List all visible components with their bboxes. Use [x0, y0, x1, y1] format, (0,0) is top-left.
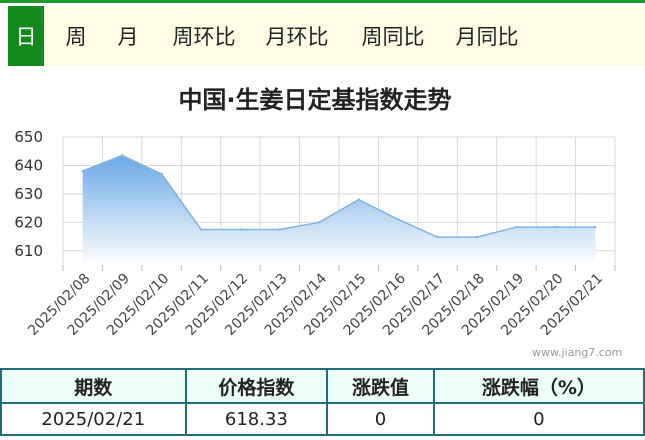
- data-point: [239, 228, 242, 231]
- tab-week-year-on-year[interactable]: 周同比: [334, 6, 452, 66]
- tab-week-on-week[interactable]: 周环比: [148, 6, 260, 66]
- cell-change-percent: 0: [432, 402, 645, 436]
- watermark: www.jiang7.com: [532, 346, 623, 359]
- y-tick-label: 610: [14, 242, 43, 260]
- data-point: [396, 218, 400, 221]
- y-tick-label: 640: [14, 156, 43, 174]
- tab-day[interactable]: 日: [8, 6, 44, 66]
- y-tick-label: 620: [14, 213, 43, 231]
- data-point: [515, 225, 518, 229]
- y-tick-label: 650: [14, 128, 43, 146]
- tab-month[interactable]: 月: [108, 6, 148, 66]
- header-change-percent: 涨跌幅（%）: [432, 368, 645, 404]
- data-point: [120, 154, 124, 157]
- header-price-index: 价格指数: [184, 368, 329, 404]
- data-point: [81, 169, 84, 173]
- header-period: 期数: [0, 368, 187, 404]
- y-tick-label: 630: [14, 185, 43, 203]
- data-point: [278, 228, 282, 231]
- data-point: [357, 198, 360, 201]
- cell-price-index: 618.33: [184, 402, 329, 436]
- index-area-chart: 6106206306406502025/02/082025/02/092025/…: [14, 128, 616, 339]
- cell-change-value: 0: [326, 402, 435, 436]
- header-change-value: 涨跌值: [326, 368, 435, 404]
- tab-week[interactable]: 周: [44, 6, 108, 66]
- tab-month-on-month[interactable]: 月环比: [260, 6, 334, 66]
- cell-period: 2025/02/21: [0, 402, 187, 436]
- chart-title: 中国·生姜日定基指数走势: [178, 86, 452, 114]
- table-row: 2025/02/21 618.33 0 0: [0, 402, 645, 436]
- data-point: [436, 235, 439, 239]
- data-point: [160, 172, 163, 176]
- tab-month-year-on-year[interactable]: 月同比: [452, 6, 522, 66]
- data-point: [318, 221, 321, 224]
- data-point: [199, 228, 203, 231]
- data-point: [475, 235, 479, 239]
- period-tab-bar: 日 周 月 周环比 月环比 周同比 月同比: [8, 6, 645, 66]
- data-point: [594, 225, 597, 229]
- top-accent-line: [0, 0, 645, 3]
- data-point: [554, 225, 558, 229]
- table-header-row: 期数 价格指数 涨跌值 涨跌幅（%）: [0, 368, 645, 404]
- index-summary-table: 期数 价格指数 涨跌值 涨跌幅（%） 2025/02/21 618.33 0 0: [0, 368, 645, 436]
